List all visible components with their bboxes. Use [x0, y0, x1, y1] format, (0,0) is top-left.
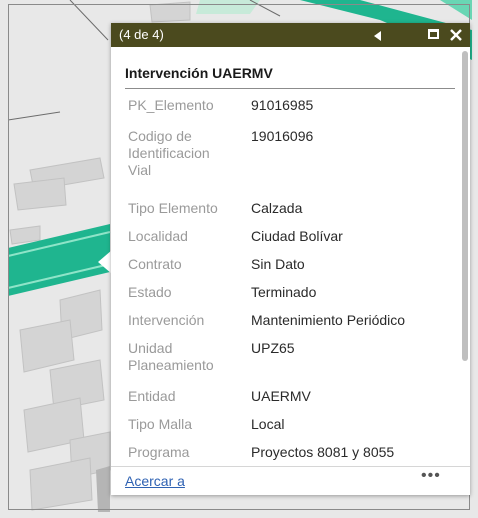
attribute-value: Calzada — [251, 200, 303, 216]
attribute-label: Entidad — [128, 388, 176, 404]
attribute-label: Localidad — [128, 228, 188, 244]
attribute-value: UAERMV — [251, 388, 311, 404]
attribute-row: Intervención Mantenimiento Periódico — [111, 312, 460, 340]
attribute-label: Unidad Planeamiento — [128, 340, 214, 373]
feature-popup: (4 de 4) Intervención UAERMV PK_Elemento… — [111, 23, 470, 495]
attribute-row: PK_Elemento 91016985 — [111, 97, 460, 128]
attribute-label: PK_Elemento — [128, 97, 214, 113]
attribute-label: Intervención — [128, 312, 205, 328]
popup-content[interactable]: Intervención UAERMV PK_Elemento 91016985… — [111, 47, 460, 465]
attribute-value: UPZ65 — [251, 340, 295, 356]
feature-counter: (4 de 4) — [119, 27, 164, 42]
attribute-row: Programa Proyectos 8081 y 8055 — [111, 444, 460, 465]
zoom-to-link[interactable]: Acercar a — [125, 473, 185, 489]
attribute-label: Estado — [128, 284, 172, 300]
attribute-row: Entidad UAERMV — [111, 388, 460, 416]
attribute-row: Estado Terminado — [111, 284, 460, 312]
attribute-row: Tipo Elemento Calzada — [111, 200, 460, 228]
attribute-row: Tipo Malla Local — [111, 416, 460, 444]
attribute-value: Local — [251, 416, 285, 432]
attribute-label: Contrato — [128, 256, 182, 272]
attribute-row: Contrato Sin Dato — [111, 256, 460, 284]
attribute-row: Codigo de Identificacion Vial 19016096 — [111, 128, 460, 200]
content-scrollbar[interactable] — [462, 51, 468, 361]
attribute-value: Mantenimiento Periódico — [251, 312, 406, 328]
attribute-value: Sin Dato — [251, 256, 305, 272]
attribute-row: Localidad Ciudad Bolívar — [111, 228, 460, 256]
popup-header: Intervención UAERMV — [125, 65, 273, 81]
close-icon[interactable] — [448, 26, 464, 44]
attribute-value: 91016985 — [251, 97, 314, 113]
popup-pointer — [98, 250, 112, 274]
attribute-value: Ciudad Bolívar — [251, 228, 343, 244]
attribute-row: Unidad Planeamiento UPZ65 — [111, 340, 460, 388]
attribute-value: 19016096 — [251, 128, 314, 144]
header-divider — [125, 88, 455, 89]
attribute-value: Proyectos 8081 y 8055 — [251, 444, 395, 460]
popup-footer: Acercar a ••• — [111, 466, 470, 495]
attribute-label: Codigo de Identificacion Vial — [128, 128, 210, 178]
more-horizontal-icon[interactable]: ••• — [421, 467, 441, 485]
maximize-icon[interactable] — [427, 26, 443, 44]
attribute-label: Tipo Malla — [128, 416, 193, 432]
attribute-value: Terminado — [251, 284, 317, 300]
triangle-left-icon[interactable] — [372, 26, 386, 44]
popup-title-bar: (4 de 4) — [111, 23, 470, 47]
attribute-label: Programa — [128, 444, 190, 460]
attribute-label: Tipo Elemento — [128, 200, 218, 216]
attribute-table: PK_Elemento 91016985 Codigo de Identific… — [111, 97, 460, 465]
